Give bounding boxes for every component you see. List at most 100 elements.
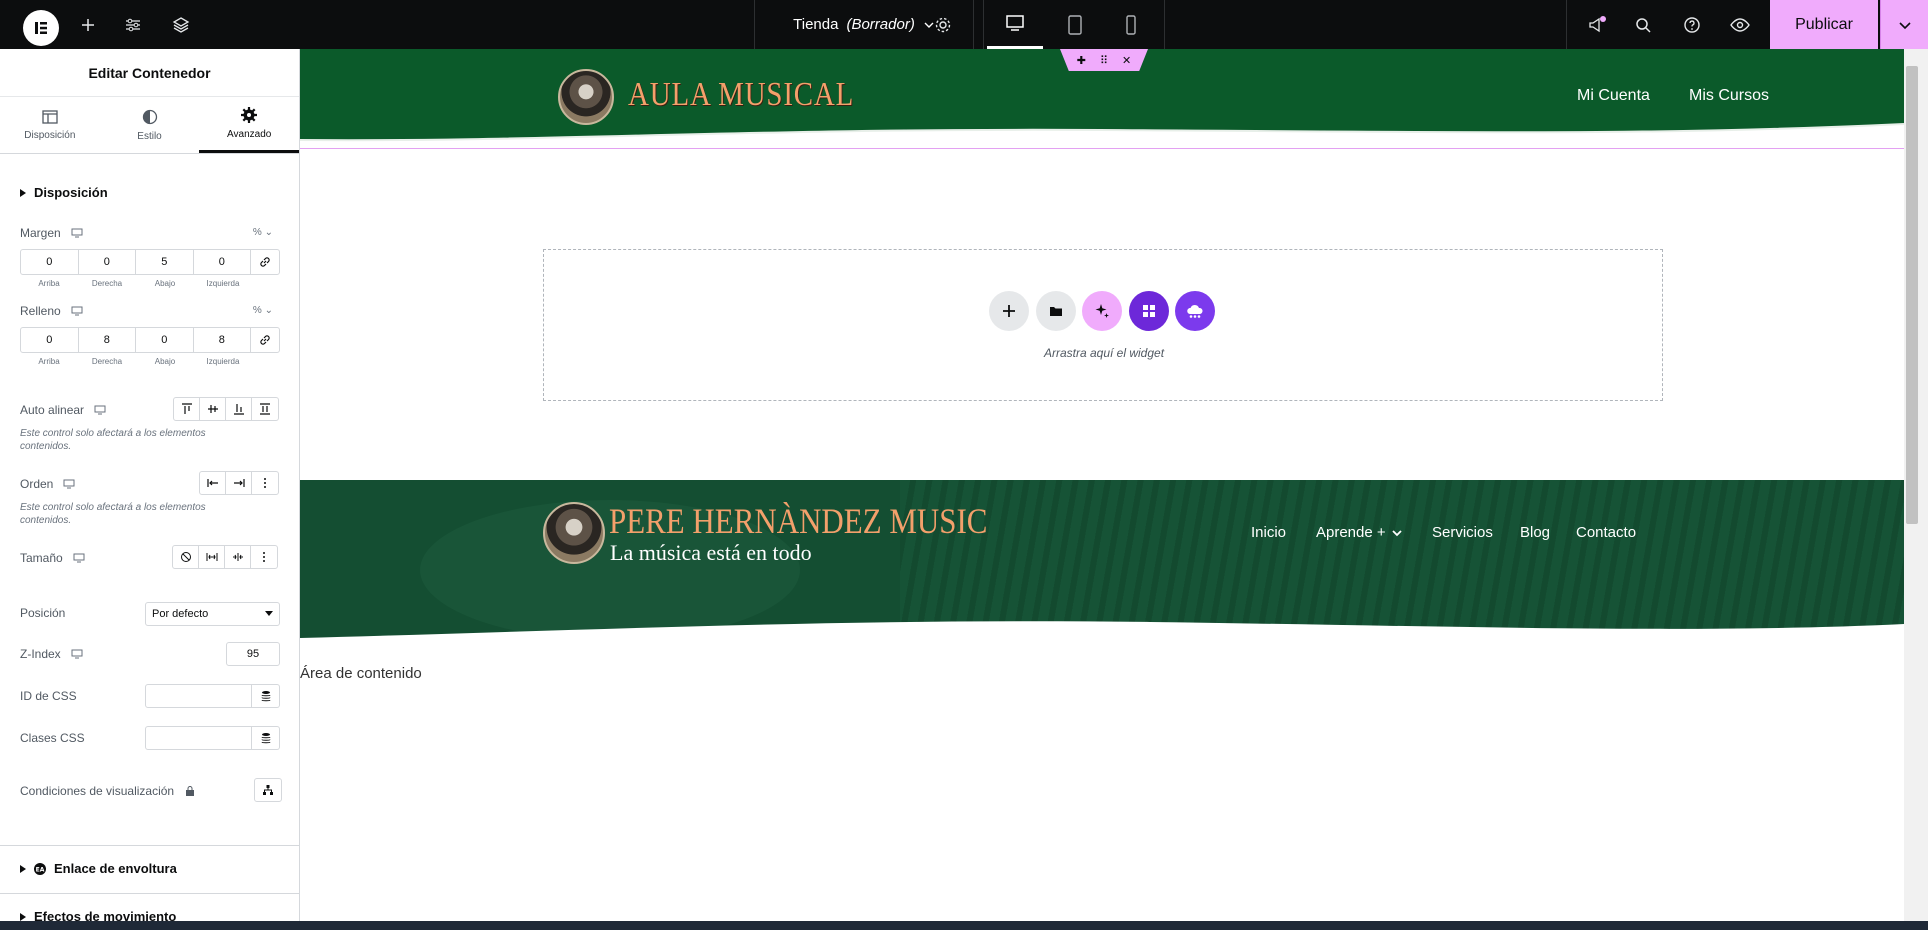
site-header[interactable]: AULA MUSICAL Mi Cuenta Mis Cursos ✚ ⠿ ✕ <box>300 49 1904 149</box>
margin-top-input[interactable]: 0 <box>21 250 79 274</box>
link-values-icon[interactable] <box>251 250 279 274</box>
order-buttons <box>199 471 279 495</box>
size-shrink-icon[interactable] <box>225 546 251 568</box>
page-settings-gear-icon[interactable] <box>930 12 956 38</box>
padding-top-input[interactable]: 0 <box>21 328 79 352</box>
css-id-input[interactable] <box>145 684 252 708</box>
padding-left-input[interactable]: 8 <box>194 328 251 352</box>
panel-title: Editar Contenedor <box>0 49 299 97</box>
preview-eye-icon[interactable] <box>1727 12 1753 38</box>
css-classes-input[interactable] <box>145 726 252 750</box>
margin-left-input[interactable]: 0 <box>194 250 251 274</box>
sitemap-icon[interactable] <box>255 779 281 801</box>
add-section-plus-icon[interactable] <box>989 291 1029 331</box>
widget-dropzone[interactable]: Arrastra aquí el widget <box>543 249 1663 401</box>
gear-icon <box>241 107 258 123</box>
add-element-icon[interactable] <box>75 12 101 38</box>
more-options-icon[interactable] <box>251 546 277 568</box>
margin-bottom-input[interactable]: 5 <box>136 250 194 274</box>
tab-advanced[interactable]: Avanzado <box>199 97 299 153</box>
divider <box>0 893 299 894</box>
delete-container-icon[interactable]: ✕ <box>1122 54 1131 67</box>
dropzone-text: Arrastra aquí el widget <box>1043 346 1165 360</box>
desktop-icon[interactable] <box>73 553 85 563</box>
help-icon[interactable] <box>1679 12 1705 38</box>
css-classes-label: Clases CSS <box>20 731 85 745</box>
ai-sparkle-icon[interactable] <box>1082 291 1122 331</box>
addons-grid-icon[interactable] <box>1129 291 1169 331</box>
add-container-icon[interactable]: ✚ <box>1077 54 1086 67</box>
desktop-icon[interactable] <box>71 228 83 238</box>
dim-label-top: Arriba <box>38 279 60 288</box>
align-end-icon[interactable] <box>226 398 252 420</box>
footer-nav-servicios[interactable]: Servicios <box>1432 524 1493 541</box>
order-last-icon[interactable] <box>226 472 252 494</box>
nav-link-mi-cuenta[interactable]: Mi Cuenta <box>1577 87 1650 105</box>
footer-nav-aprende[interactable]: Aprende + <box>1316 524 1402 541</box>
site-footer[interactable]: PERE HERNÀNDEZ MUSIC La música está en t… <box>300 480 1904 650</box>
dim-label-right: Derecha <box>91 279 123 288</box>
footer-brand: PERE HERNÀNDEZ MUSIC <box>609 501 988 541</box>
caret-right-icon <box>20 912 26 921</box>
elementor-logo-icon[interactable] <box>23 10 59 46</box>
align-start-icon[interactable] <box>174 398 200 420</box>
more-options-icon[interactable] <box>252 472 278 494</box>
template-library-folder-icon[interactable] <box>1036 291 1076 331</box>
desktop-icon[interactable] <box>987 0 1043 49</box>
margin-right-input[interactable]: 0 <box>79 250 136 274</box>
desktop-icon[interactable] <box>63 479 75 489</box>
desktop-icon[interactable] <box>71 649 83 659</box>
mobile-icon[interactable] <box>1103 0 1159 49</box>
header-avatar <box>558 69 614 125</box>
padding-unit-select[interactable]: % ⌄ <box>253 305 273 316</box>
auto-align-buttons <box>173 397 279 421</box>
publish-options-chevron-icon[interactable] <box>1880 0 1928 49</box>
cloud-templates-icon[interactable] <box>1175 291 1215 331</box>
section-wrapper-link[interactable]: EA Enlace de envoltura <box>20 861 177 876</box>
align-stretch-icon[interactable] <box>252 398 278 420</box>
position-select[interactable]: Por defecto <box>145 602 280 626</box>
drag-handle-icon[interactable]: ⠿ <box>1100 54 1108 67</box>
nav-link-mis-cursos[interactable]: Mis Cursos <box>1689 87 1769 105</box>
publish-button[interactable]: Publicar <box>1770 0 1878 49</box>
search-icon[interactable] <box>1630 12 1656 38</box>
margin-unit-select[interactable]: % ⌄ <box>253 227 273 238</box>
padding-bottom-input[interactable]: 0 <box>136 328 194 352</box>
desktop-icon[interactable] <box>71 306 83 316</box>
dynamic-tags-icon[interactable] <box>252 726 280 750</box>
align-center-icon[interactable] <box>200 398 226 420</box>
editor-panel: Editar Contenedor Disposición Estilo Ava… <box>0 49 300 930</box>
site-settings-icon[interactable] <box>120 12 146 38</box>
position-label: Posición <box>20 606 66 620</box>
tab-layout[interactable]: Disposición <box>0 97 100 153</box>
order-label: Orden <box>20 477 54 491</box>
notifications-megaphone-icon[interactable] <box>1584 12 1610 38</box>
size-grow-icon[interactable] <box>199 546 225 568</box>
structure-layers-icon[interactable] <box>168 12 194 38</box>
dynamic-tags-icon[interactable] <box>252 684 280 708</box>
zindex-input[interactable]: 95 <box>226 642 280 666</box>
canvas-scroll-thumb[interactable] <box>1906 66 1918 524</box>
footer-wave-divider <box>300 621 1904 650</box>
section-disposicion[interactable]: Disposición <box>20 185 108 200</box>
auto-align-note: Este control solo afectará a los element… <box>20 428 206 452</box>
addon-badge-icon: EA <box>34 862 46 875</box>
footer-nav-contacto[interactable]: Contacto <box>1576 524 1636 541</box>
padding-unit-value: % <box>252 305 262 316</box>
size-none-icon[interactable] <box>173 546 199 568</box>
link-values-icon[interactable] <box>251 328 279 352</box>
tablet-icon[interactable] <box>1047 0 1103 49</box>
order-first-icon[interactable] <box>200 472 226 494</box>
chevron-down-icon <box>1392 529 1402 536</box>
desktop-icon[interactable] <box>94 405 106 415</box>
padding-right-input[interactable]: 8 <box>79 328 136 352</box>
container-toolbar: ✚ ⠿ ✕ <box>1060 49 1148 71</box>
footer-nav-blog[interactable]: Blog <box>1520 524 1550 541</box>
dim-label-bottom: Abajo <box>154 357 176 366</box>
footer-nav-inicio[interactable]: Inicio <box>1251 524 1286 541</box>
padding-label: Relleno <box>20 304 61 318</box>
tab-style[interactable]: Estilo <box>100 97 200 153</box>
document-name: Tienda <box>793 16 839 33</box>
footer-nav-aprende-label: Aprende + <box>1316 524 1386 541</box>
padding-dim-labels: Arriba Derecha Abajo Izquierda <box>20 357 252 366</box>
